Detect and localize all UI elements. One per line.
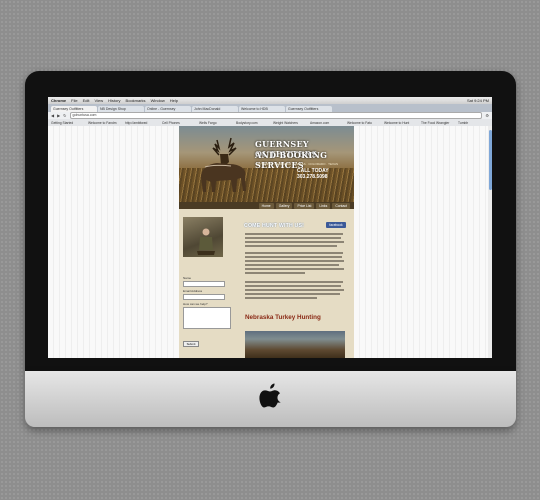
turkey-photo — [245, 331, 345, 358]
body-text-line — [245, 281, 343, 283]
bookmark-item[interactable]: Welcome to Fandm — [88, 121, 122, 125]
brand-phone: CALL TODAY 303.278.5098 — [297, 168, 329, 180]
browser-tab[interactable]: Guernsey Outfitters — [286, 106, 332, 112]
deer-icon — [201, 137, 246, 192]
bookmark-item[interactable]: Welcome to Fatu — [347, 121, 381, 125]
facebook-button[interactable]: facebook — [326, 222, 346, 228]
body-text-line — [245, 241, 344, 243]
nav-home[interactable]: Home — [258, 202, 274, 209]
menu-edit[interactable]: Edit — [83, 98, 90, 103]
body-text-line — [245, 268, 344, 270]
bookmark-item[interactable]: Welcome to Hunt — [384, 121, 418, 125]
name-input[interactable] — [183, 281, 225, 287]
brand-subtitle: AND BOOKING SERVICES — [255, 150, 328, 170]
nav-price-list[interactable]: Price List — [294, 202, 315, 209]
browser-tab[interactable]: NB Design Shop — [98, 106, 144, 112]
bookmark-item[interactable]: Weight Watchers — [273, 121, 307, 125]
reload-icon[interactable]: ↻ — [63, 113, 66, 118]
bookmark-item[interactable]: Amazon.com — [310, 121, 344, 125]
nav-gallery[interactable]: Gallery — [275, 202, 293, 209]
body-text-line — [245, 264, 339, 266]
brand-states: WYOMING · NEBRASKA · KANSAS · COLORADO ·… — [257, 162, 338, 166]
apple-logo-icon — [259, 383, 281, 408]
body-text-line — [245, 256, 342, 258]
page-heading: COME HUNT WITH US! — [244, 223, 305, 229]
nav-links[interactable]: Links — [316, 202, 331, 209]
website: GUERNSEY OUTFITTERS AND BOOKING SERVICES… — [179, 126, 354, 358]
url-input[interactable]: gohuntusa.com — [69, 112, 483, 119]
back-icon[interactable]: ◀ — [51, 113, 54, 118]
browser-tab[interactable]: John MacDonald — [192, 106, 238, 112]
site-nav: Home Gallery Price List Links Contact — [179, 202, 354, 209]
bookmark-item[interactable]: Getting Started — [51, 121, 85, 125]
menu-history[interactable]: History — [108, 98, 120, 103]
body-text-line — [245, 237, 341, 239]
wrench-icon[interactable]: ⚙ — [485, 113, 489, 118]
bookmark-item[interactable]: Bodystory.com — [236, 121, 270, 125]
body-text-line — [245, 297, 317, 299]
vertical-scrollbar[interactable] — [488, 126, 492, 358]
email-input[interactable] — [183, 294, 225, 300]
menu-bookmarks[interactable]: Bookmarks — [126, 98, 146, 103]
tab-strip: Guernsey Outfitters NB Design Shop Onlin… — [48, 104, 492, 112]
page-viewport: GUERNSEY OUTFITTERS AND BOOKING SERVICES… — [48, 126, 492, 358]
help-label: How can we help? — [183, 302, 208, 306]
body-text-line — [245, 260, 344, 262]
mac-menubar: Chrome File Edit View History Bookmarks … — [48, 97, 492, 104]
email-label: Email Address — [183, 289, 203, 293]
menu-file[interactable]: File — [71, 98, 77, 103]
content-area: Name Email Address How can we help? Subm… — [179, 209, 354, 358]
body-text-line — [245, 252, 343, 254]
body-text-line — [245, 272, 305, 274]
help-textarea[interactable] — [183, 307, 231, 329]
name-label: Name — [183, 276, 192, 280]
submit-button[interactable]: Submit — [183, 341, 199, 347]
browser-tab[interactable]: Online - Guernsey — [145, 106, 191, 112]
bookmark-item[interactable]: Cell Phones — [162, 121, 196, 125]
menu-window[interactable]: Window — [151, 98, 165, 103]
hero-banner: GUERNSEY OUTFITTERS AND BOOKING SERVICES… — [179, 126, 354, 202]
body-text-line — [245, 245, 337, 247]
scroll-thumb[interactable] — [488, 130, 492, 190]
address-bar: ◀ ▶ ↻ gohuntusa.com ⚙ — [48, 112, 492, 119]
bookmark-item[interactable]: Tumblr — [458, 121, 492, 125]
body-text-line — [245, 289, 344, 291]
body-text-line — [245, 285, 341, 287]
menu-chrome[interactable]: Chrome — [51, 98, 66, 103]
hunter-icon — [197, 228, 215, 255]
nav-contact[interactable]: Contact — [332, 202, 350, 209]
menu-help[interactable]: Help — [170, 98, 178, 103]
browser-tab[interactable]: Welcome to HDB — [239, 106, 285, 112]
hunter-photo — [183, 217, 223, 257]
bookmark-item[interactable]: http://ambitwed — [125, 121, 159, 125]
forward-icon[interactable]: ▶ — [57, 113, 60, 118]
section-heading: Nebraska Turkey Hunting — [245, 314, 321, 321]
bookmark-item[interactable]: Wells Fargo — [199, 121, 233, 125]
body-text-line — [245, 233, 343, 235]
bookmark-item[interactable]: The Food Wrangler — [421, 121, 455, 125]
menubar-clock: Sat 9:24 PM — [466, 98, 489, 103]
menu-view[interactable]: View — [94, 98, 103, 103]
body-text-line — [245, 293, 340, 295]
screen: Chrome File Edit View History Bookmarks … — [48, 97, 492, 358]
browser-tab[interactable]: Guernsey Outfitters — [51, 106, 97, 112]
